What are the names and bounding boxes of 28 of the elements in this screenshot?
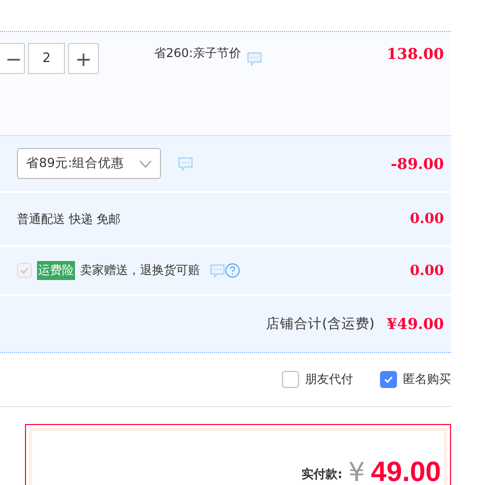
check-icon [19,265,30,276]
option-checkbox[interactable] [380,371,397,388]
item-price: 138.00 [386,45,444,63]
shop-total-amount: ¥49.00 [386,315,444,333]
insurance-amount: 0.00 [410,262,444,278]
help-icon[interactable] [225,263,240,278]
shipping-text: 普通配送 快递 免邮 [17,210,121,228]
currency-symbol: ¥ [348,460,365,485]
shop-total-label: 店铺合计(含运费) [266,315,375,333]
discount-dropdown[interactable]: 省89元:组合优惠 [17,148,161,179]
comment-icon[interactable] [210,264,225,278]
comment-icon[interactable] [178,156,193,170]
option-label: 匿名购买 [403,371,451,388]
payment-label: 实付款: [302,466,342,483]
insurance-tag: 运费险 [37,261,75,280]
payment-amount: 49.00 [370,458,441,485]
check-icon [383,374,394,385]
chevron-icon [139,160,152,168]
insurance-text: 卖家赠送，退换货可赔 [80,262,200,279]
shipping-amount: 0.00 [410,211,444,227]
option-checkbox[interactable] [282,371,299,388]
promo-text: 省260:亲子节价 [154,45,241,62]
comment-icon[interactable] [246,52,262,66]
discount-amount: -89.00 [390,154,444,172]
decrease-button[interactable]: − [0,43,25,74]
increase-button[interactable]: + [68,43,99,74]
option-label: 朋友代付 [305,371,353,388]
quantity-field[interactable]: 2 [28,43,65,74]
